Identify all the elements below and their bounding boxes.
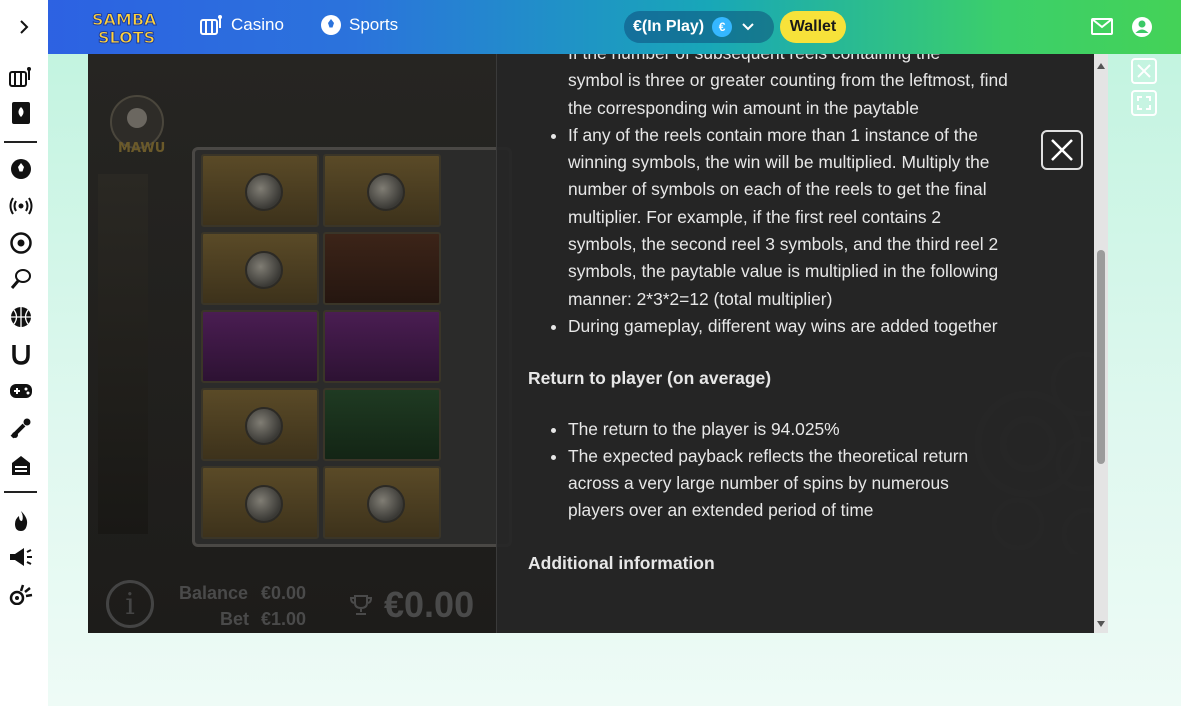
sidebar-item-basketball[interactable] <box>9 305 33 329</box>
wallet-button[interactable]: Wallet <box>780 11 846 43</box>
samba-slots-logo[interactable]: SAMBA SLOTS <box>88 9 178 48</box>
virtual-icon <box>10 418 31 439</box>
paytable-panel[interactable]: If the number of subsequent reels contai… <box>496 54 1094 633</box>
paytable-rule: symbol is three or greater counting from… <box>568 70 1008 118</box>
reel-symbol-fox <box>323 232 441 305</box>
svg-text:SAMBA: SAMBA <box>92 10 157 29</box>
sidebar-item-soccer[interactable] <box>9 231 33 255</box>
basketball-icon <box>11 307 31 327</box>
hot-icon <box>15 511 28 531</box>
bet-caption: Bet <box>220 609 250 629</box>
sidebar-item-tennis[interactable] <box>9 267 33 291</box>
rtp-heading: Return to player (on average) <box>528 368 772 389</box>
casino-icon <box>200 15 222 35</box>
close-paytable-button[interactable] <box>1041 130 1083 170</box>
balance-caption: Balance <box>179 583 249 603</box>
vip-icon <box>9 584 33 605</box>
balance-value: €0.00 <box>261 583 307 603</box>
chevron-right-icon <box>20 20 29 34</box>
scroll-down-arrow-icon[interactable] <box>1097 621 1105 627</box>
gamepad-icon <box>10 384 32 398</box>
ways-rules-list: symbol is three or greater counting from… <box>528 67 1008 340</box>
slots-icon <box>9 67 31 87</box>
slot-reels <box>192 147 512 547</box>
svg-text:MAWU: MAWU <box>118 141 165 156</box>
scrollbar-thumb[interactable] <box>1097 250 1105 464</box>
balance-label: €(In Play) <box>633 18 705 35</box>
sidebar-item-esports[interactable] <box>9 379 33 403</box>
currency-badge: € <box>712 17 733 37</box>
close-icon <box>1137 64 1151 78</box>
balance-dropdown[interactable]: €(In Play) € <box>624 11 774 43</box>
sidebar-item-promotions[interactable] <box>9 545 33 569</box>
reel-symbol-chest <box>201 154 319 227</box>
reel-symbol-hooded-figure <box>201 310 319 383</box>
close-game-button[interactable] <box>1131 58 1157 84</box>
live-icon <box>9 197 33 215</box>
game-frame[interactable]: MAWU i Balance €0.00 Bet €1.00 €0.00 sym… <box>88 54 1108 633</box>
sidebar-item-virtual[interactable] <box>9 416 33 440</box>
svg-text:SLOTS: SLOTS <box>98 28 155 47</box>
provider-badge-icon: MAWU <box>110 95 165 156</box>
reel-symbol-chest <box>323 466 441 539</box>
promo-icon <box>10 548 32 566</box>
sidebar-item-lottery[interactable] <box>9 453 33 477</box>
reel-symbol-chest <box>201 388 319 461</box>
nav-sports-label: Sports <box>349 15 399 34</box>
nav-casino-label: Casino <box>231 15 284 34</box>
trophy-icon <box>350 595 372 615</box>
cards-icon <box>12 102 30 124</box>
tennis-icon <box>10 269 31 289</box>
left-sidebar <box>0 54 48 706</box>
top-navigation-bar: SAMBA SLOTS Casino Sports €(In Play) € W… <box>0 0 1181 54</box>
sidebar-item-live[interactable] <box>9 194 33 218</box>
game-reel-area: MAWU i Balance €0.00 Bet €1.00 €0.00 <box>88 54 512 633</box>
reel-symbol-gunman <box>323 388 441 461</box>
lottery-icon <box>12 456 30 475</box>
game-info-button[interactable]: i <box>106 580 154 628</box>
reel-symbol-chest <box>323 154 441 227</box>
sidebar-item-horse-racing[interactable] <box>9 342 33 366</box>
reel-symbol-hooded-figure <box>323 310 441 383</box>
fullscreen-icon <box>1137 96 1151 110</box>
sidebar-item-hot[interactable] <box>9 509 33 533</box>
additional-info-heading: Additional information <box>528 552 715 573</box>
rtp-item: The return to the player is 94.025% <box>568 416 1008 443</box>
paytable-content: If the number of subsequent reels contai… <box>528 54 1008 577</box>
nav-sports-link[interactable]: Sports <box>320 14 398 36</box>
sports-icon <box>321 15 341 35</box>
paytable-scrollbar[interactable] <box>1094 54 1108 633</box>
sidebar-expand-button[interactable] <box>0 0 48 54</box>
chevron-down-icon <box>742 23 754 31</box>
sports-star-icon <box>11 159 31 179</box>
mail-icon[interactable] <box>1091 18 1113 35</box>
background-statue <box>98 174 148 534</box>
bet-value: €1.00 <box>261 609 307 629</box>
fullscreen-button[interactable] <box>1131 90 1157 116</box>
rtp-item: The expected payback reflects the theore… <box>568 443 1008 525</box>
reel-symbol-chest <box>201 466 319 539</box>
sidebar-divider <box>4 491 37 493</box>
paytable-rule: If any of the reels contain more than 1 … <box>568 122 1008 313</box>
rtp-list: The return to the player is 94.025% The … <box>528 416 1008 525</box>
nav-casino-link[interactable]: Casino <box>200 14 284 36</box>
user-account-icon[interactable] <box>1131 16 1153 38</box>
game-footer: i Balance €0.00 Bet €1.00 €0.00 <box>88 574 496 633</box>
reel-symbol-chest <box>201 232 319 305</box>
paytable-partial-line: If the number of subsequent reels contai… <box>528 54 1008 67</box>
horseshoe-icon <box>12 345 30 365</box>
paytable-rule: During gameplay, different way wins are … <box>568 313 1008 340</box>
sidebar-item-slots[interactable] <box>9 65 33 89</box>
close-icon <box>1051 139 1073 161</box>
sidebar-item-vip[interactable] <box>9 582 33 606</box>
scroll-up-arrow-icon[interactable] <box>1097 63 1105 69</box>
logo-graphic: SAMBA SLOTS <box>92 10 158 48</box>
soccer-icon <box>10 232 32 254</box>
sidebar-divider <box>4 141 37 143</box>
win-amount: €0.00 <box>384 584 475 625</box>
sidebar-item-sports[interactable] <box>9 157 33 181</box>
sidebar-item-cards[interactable] <box>9 101 33 125</box>
